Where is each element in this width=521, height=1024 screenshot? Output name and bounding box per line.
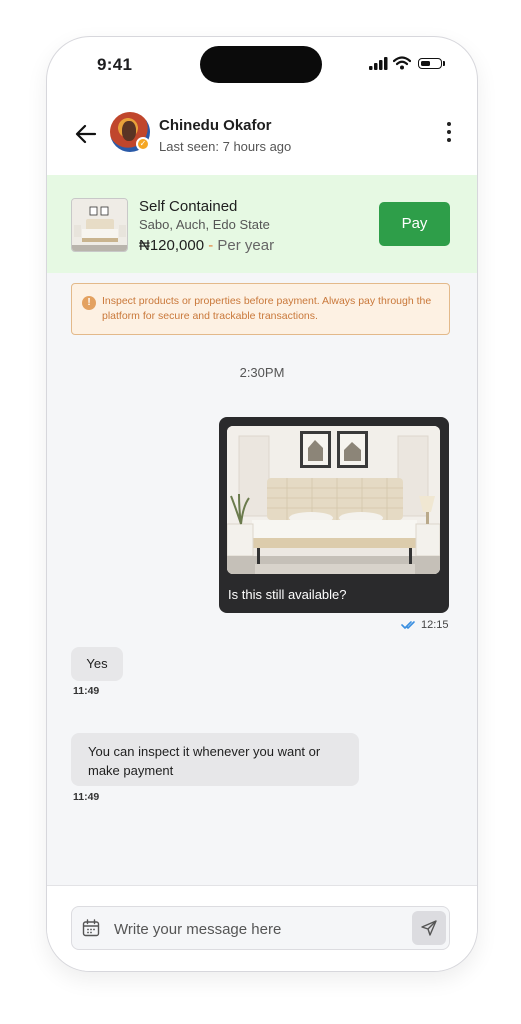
wifi-icon [393,56,411,70]
double-check-icon [401,621,415,629]
warning-text: Inspect products or properties before pa… [102,295,432,322]
dynamic-island [200,46,322,83]
pay-button[interactable]: Pay [379,202,450,246]
sent-message-time: 12:15 [421,619,449,631]
sent-message-bubble[interactable]: Is this still available? [219,417,449,613]
send-icon [421,920,437,936]
sent-message-image[interactable] [227,426,440,574]
product-price: ₦120,000 - Per year [139,237,274,254]
more-vertical-icon[interactable] [439,122,459,148]
message-input[interactable] [112,915,406,943]
received-message-bubble[interactable]: Yes [71,647,123,681]
received-message-time: 11:49 [73,685,100,697]
product-card[interactable]: Self Contained Sabo, Auch, Edo State ₦12… [47,175,477,273]
warning-icon: ! [82,296,96,310]
price-amount: ₦120,000 [139,237,205,254]
price-separator: - [208,237,214,254]
price-period: Per year [217,237,275,254]
received-message-time: 11:49 [73,791,100,803]
back-arrow-icon[interactable] [73,121,99,147]
received-message-bubble[interactable]: You can inspect it whenever you want or … [71,733,359,786]
battery-tip [443,61,445,66]
chat-content: Self Contained Sabo, Auch, Edo State ₦12… [47,175,477,885]
send-button[interactable] [412,911,446,945]
phone-frame: 9:41 ✓ Chinedu Okafor Last seen: 7 hours… [46,36,478,972]
safety-warning: ! Inspect products or properties before … [71,283,450,335]
chat-header: ✓ Chinedu Okafor Last seen: 7 hours ago [47,99,477,175]
last-seen-status: Last seen: 7 hours ago [159,139,292,154]
sent-message-text: Is this still available? [228,587,347,602]
message-composer [47,885,477,971]
calendar-icon[interactable] [82,919,100,937]
avatar-face [122,121,136,141]
contact-name: Chinedu Okafor [159,117,272,134]
received-message-text: You can inspect it whenever you want or … [88,744,321,778]
message-input-container [71,906,450,950]
status-bar: 9:41 [47,37,477,99]
signal-icon [369,57,388,70]
product-thumbnail [71,198,128,252]
status-time: 9:41 [97,55,133,74]
product-location: Sabo, Auch, Edo State [139,217,270,232]
received-message-text: Yes [86,656,108,671]
product-title: Self Contained [139,198,238,215]
battery-icon [418,58,442,69]
date-divider: 2:30PM [239,365,285,380]
verified-icon: ✓ [136,137,150,151]
